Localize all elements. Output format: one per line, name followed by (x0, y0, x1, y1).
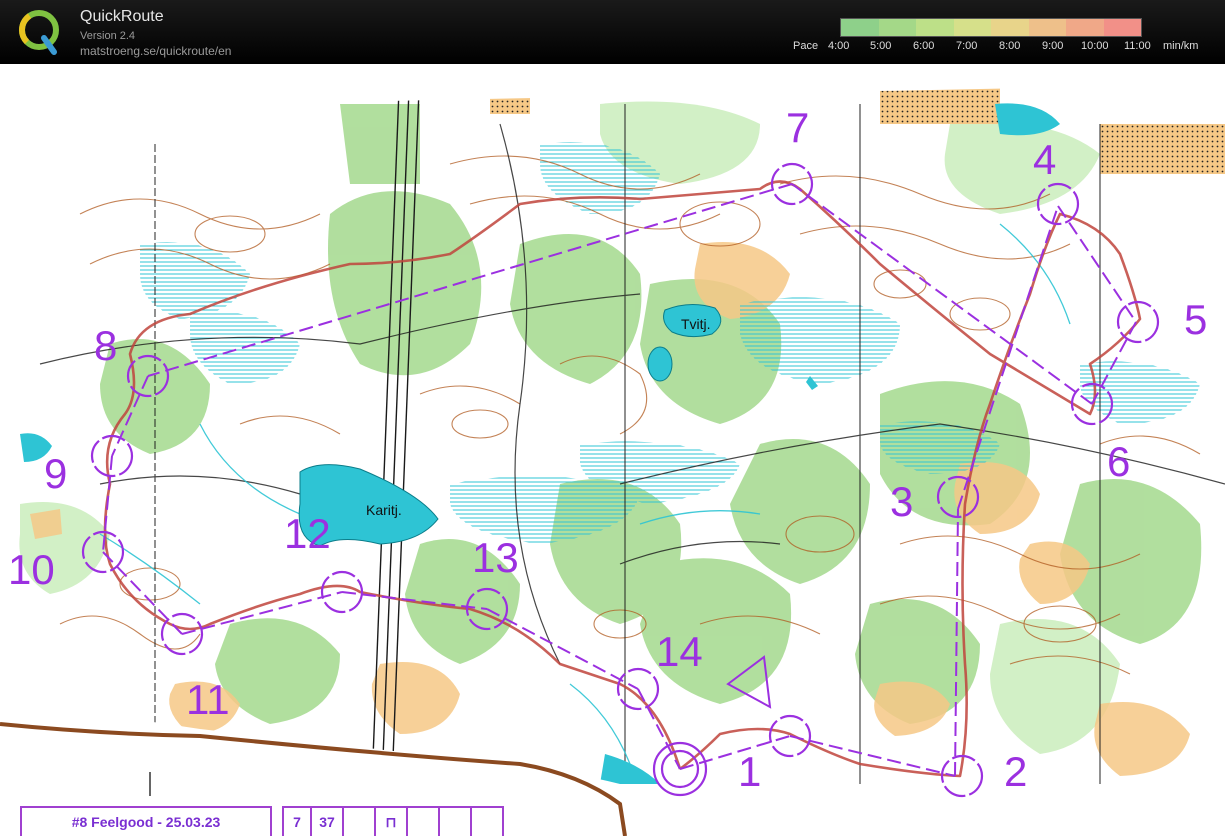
control-number: 2 (1004, 748, 1027, 795)
course-info-box: #8 Feelgood - 25.03.23 7 37 ⊓ (20, 806, 504, 836)
control-number: 13 (472, 534, 519, 581)
info-cell (440, 806, 472, 836)
info-cell: ⊓ (376, 806, 408, 836)
control-number: 5 (1184, 296, 1207, 343)
pace-color-segment (1066, 19, 1104, 36)
map-canvas[interactable]: Tvitj. Karitj. 1 2 3 4 5 6 7 8 9 10 11 1… (0, 64, 1225, 836)
quickroute-logo-icon (19, 10, 59, 55)
pace-color-segment (1028, 19, 1066, 36)
pace-unit: min/km (1163, 40, 1199, 52)
control-number: 12 (284, 510, 331, 557)
control-number: 8 (94, 322, 117, 369)
control-description-header: 7 37 ⊓ (282, 806, 504, 836)
app-title: QuickRoute (80, 8, 164, 25)
pace-tick: 8:00 (999, 40, 1021, 52)
pace-color-bar (840, 18, 1142, 37)
lake-label-karitj: Karitj. (366, 502, 402, 518)
pace-tick: 6:00 (913, 40, 935, 52)
control-number: 3 (890, 478, 913, 525)
control-number: 1 (738, 748, 761, 795)
pace-color-segment (916, 19, 954, 36)
pace-tick: 9:00 (1042, 40, 1064, 52)
pace-color-segment (878, 19, 916, 36)
control-number: 9 (44, 450, 67, 497)
info-cell: 37 (312, 806, 344, 836)
app-version: Version 2.4 (80, 30, 136, 42)
control-number: 7 (786, 104, 809, 151)
control-number: 6 (1107, 438, 1130, 485)
pace-color-segment (841, 19, 879, 36)
pace-tick: 10:00 (1081, 40, 1109, 52)
info-cell: 7 (282, 806, 312, 836)
lake-label-tvitj: Tvitj. (681, 316, 711, 332)
control-number: 14 (656, 628, 703, 675)
control-number: 10 (8, 546, 55, 593)
app-header: QuickRoute Version 2.4 matstroeng.se/qui… (0, 0, 1225, 64)
pace-tick: 11:00 (1124, 40, 1151, 52)
control-number: 4 (1033, 136, 1056, 183)
control-number: 11 (186, 676, 230, 723)
pace-tick: 4:00 (828, 40, 850, 52)
info-cell (344, 806, 376, 836)
pace-tick: 5:00 (870, 40, 892, 52)
pace-color-segment (991, 19, 1029, 36)
info-cell (408, 806, 440, 836)
pace-tick: 7:00 (956, 40, 978, 52)
pace-label: Pace (793, 40, 819, 52)
course-title: #8 Feelgood - 25.03.23 (20, 806, 272, 836)
orienteering-map[interactable]: Tvitj. Karitj. 1 2 3 4 5 6 7 8 9 10 11 1… (0, 64, 1225, 836)
pace-color-segment (953, 19, 991, 36)
pace-color-segment (1103, 19, 1141, 36)
info-cell (472, 806, 504, 836)
app-url[interactable]: matstroeng.se/quickroute/en (80, 44, 231, 58)
pace-legend: Pace 4:00 5:00 6:00 7:00 8:00 9:00 10:00… (790, 40, 1220, 54)
